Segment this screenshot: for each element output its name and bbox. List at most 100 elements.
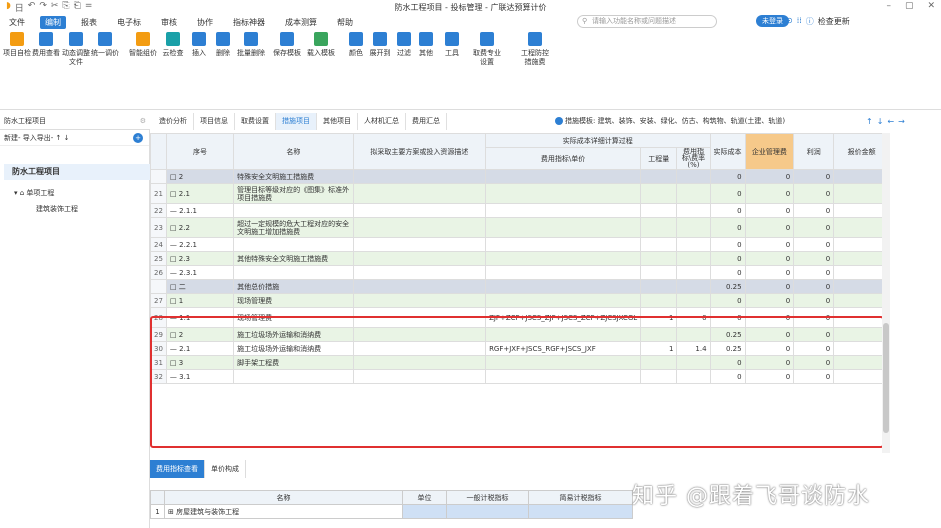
table-row[interactable]: 24— 2.2.1 0 0 0: [150, 237, 890, 252]
check-update-button[interactable]: 检查更新: [818, 16, 850, 27]
cell-cost[interactable]: 0.25: [709, 279, 746, 294]
cell-seq[interactable]: □ 2.3: [165, 251, 235, 266]
cell-profit[interactable]: 0: [793, 203, 835, 218]
table-row[interactable]: 1 ⊞ 房屋建筑与装饰工程: [150, 504, 633, 519]
cell-mgmt[interactable]: 0: [744, 327, 795, 342]
cell-unit[interactable]: [485, 327, 642, 342]
cell-profit[interactable]: 0: [793, 265, 835, 280]
menu-file[interactable]: 文件: [4, 16, 30, 29]
cell-profit[interactable]: 0: [793, 369, 835, 384]
tab-labor-material[interactable]: 人材机汇总: [358, 113, 406, 130]
row-name[interactable]: ⊞ 房屋建筑与装饰工程: [164, 504, 403, 519]
cell-seq[interactable]: — 3.1: [165, 369, 235, 384]
cell-unit[interactable]: [485, 293, 642, 308]
cell-desc[interactable]: [352, 369, 487, 384]
cell-name[interactable]: 其他总价措施: [233, 279, 354, 294]
tab-fee-index-view[interactable]: 费用指标查看: [150, 460, 205, 478]
load-template-button[interactable]: 载入模板: [304, 32, 338, 58]
cell-rate[interactable]: 1.4: [676, 341, 711, 356]
cell-profit[interactable]: 0: [793, 327, 835, 342]
menu-report[interactable]: 报表: [76, 16, 102, 29]
cell-profit[interactable]: 0: [793, 307, 835, 328]
cell-cost[interactable]: 0: [709, 355, 746, 370]
other-button[interactable]: 其他: [414, 32, 438, 58]
cell-rate[interactable]: [676, 265, 711, 280]
scrollbar-thumb[interactable]: [883, 323, 889, 433]
delete-button[interactable]: 删除: [210, 32, 236, 58]
cell-unit[interactable]: [485, 355, 642, 370]
cell-desc[interactable]: [352, 183, 487, 204]
cell-mgmt[interactable]: 0: [744, 183, 795, 204]
arrow-up-icon[interactable]: ↑: [866, 113, 873, 130]
menu-e-bid[interactable]: 电子标: [112, 16, 146, 29]
cell-qty[interactable]: [640, 279, 678, 294]
cell-name[interactable]: 施工垃圾场外运输和消纳费: [233, 327, 354, 342]
cell-mgmt[interactable]: 0: [744, 369, 795, 384]
cell-seq[interactable]: — 2.1: [165, 341, 235, 356]
vertical-scrollbar[interactable]: [882, 133, 890, 453]
cell-desc[interactable]: [352, 265, 487, 280]
tab-other-items[interactable]: 其他项目: [317, 113, 358, 130]
cell-seq[interactable]: — 1.1: [165, 307, 235, 328]
gear-icon[interactable]: ⚙: [140, 113, 146, 130]
cell-seq[interactable]: □ 3: [165, 355, 235, 370]
maximize-icon[interactable]: ▢: [905, 1, 914, 11]
cell-unit[interactable]: [485, 203, 642, 218]
insert-button[interactable]: 插入: [186, 32, 212, 58]
cell-seq[interactable]: □ 2: [165, 327, 235, 342]
cell-qty[interactable]: [640, 265, 678, 280]
cell-unit[interactable]: [485, 279, 642, 294]
cell-mgmt[interactable]: 0: [744, 265, 795, 280]
menu-help[interactable]: 帮助: [332, 16, 358, 29]
cell-unit[interactable]: ZJF+ZCF+JSCS_ZJF+JSCS_ZCF+ZJCSJXCGL: [485, 307, 642, 328]
cell-rate[interactable]: [676, 293, 711, 308]
cell-qty[interactable]: [640, 327, 678, 342]
col-rate[interactable]: 费用指标\费率(%): [676, 147, 711, 170]
cell-profit[interactable]: 0: [793, 293, 835, 308]
arrow-down-icon[interactable]: ↓: [877, 113, 884, 130]
cell-cost[interactable]: 0: [709, 183, 746, 204]
cell-cost[interactable]: 0.25: [709, 341, 746, 356]
cell-desc[interactable]: [352, 251, 487, 266]
cell-rate[interactable]: [676, 327, 711, 342]
col-seq[interactable]: 序号: [165, 133, 235, 170]
table-row[interactable]: 30— 2.1 施工垃圾场外运输和消纳费 RGF+JXF+JSCS_RGF+JSCS…: [150, 341, 890, 356]
cell-profit[interactable]: 0: [793, 169, 835, 184]
cell-cost[interactable]: 0: [709, 307, 746, 328]
cell-profit[interactable]: 0: [793, 183, 835, 204]
table-row[interactable]: 21 □ 2.1 管理目标等级对应的《图集》标准外项目措施费 0 0 0: [150, 183, 890, 204]
cell-unit[interactable]: [485, 169, 642, 184]
cell-cost[interactable]: 0: [709, 217, 746, 238]
cell-profit[interactable]: 0: [793, 251, 835, 266]
cell-unit[interactable]: RGF+JXF+JSCS_RGF+JSCS_JXF: [485, 341, 642, 356]
close-icon[interactable]: ✕: [927, 1, 935, 11]
cell-qty[interactable]: [640, 369, 678, 384]
cell-cost[interactable]: 0: [709, 293, 746, 308]
cell-mgmt[interactable]: 0: [744, 217, 795, 238]
cell-name[interactable]: 其他特殊安全文明施工措施费: [233, 251, 354, 266]
cell-seq[interactable]: □ 1: [165, 293, 235, 308]
cell-cost[interactable]: 0: [709, 369, 746, 384]
row-unit[interactable]: [402, 504, 447, 519]
cell-unit[interactable]: [485, 183, 642, 204]
search-input[interactable]: ⚲ 请输入功能名称或问题描述: [577, 15, 717, 28]
cell-mgmt[interactable]: 0: [744, 237, 795, 252]
tab-cost-analysis[interactable]: 造价分析: [153, 113, 194, 130]
cell-mgmt[interactable]: 0: [744, 279, 795, 294]
help-icon[interactable]: ⊙: [786, 16, 793, 27]
cell-unit[interactable]: [485, 237, 642, 252]
cell-name[interactable]: 管理目标等级对应的《图集》标准外项目措施费: [233, 183, 354, 204]
cell-profit[interactable]: 0: [793, 217, 835, 238]
cell-desc[interactable]: [352, 217, 487, 238]
cell-cost[interactable]: 0: [709, 265, 746, 280]
menu-review[interactable]: 审核: [156, 16, 182, 29]
cell-profit[interactable]: 0: [793, 355, 835, 370]
tab-measures[interactable]: 措施项目: [276, 113, 317, 130]
cell-desc[interactable]: [352, 169, 487, 184]
arrow-left-icon[interactable]: ←: [887, 113, 894, 130]
col-desc[interactable]: 拟采取主要方案或投入资源描述: [352, 133, 487, 170]
color-button[interactable]: 颜色: [344, 32, 368, 58]
tools-button[interactable]: 工具: [440, 32, 464, 58]
cell-name[interactable]: 超过一定规模的危大工程对应的安全文明施工增加措施费: [233, 217, 354, 238]
cell-seq[interactable]: □ 2: [165, 169, 235, 184]
